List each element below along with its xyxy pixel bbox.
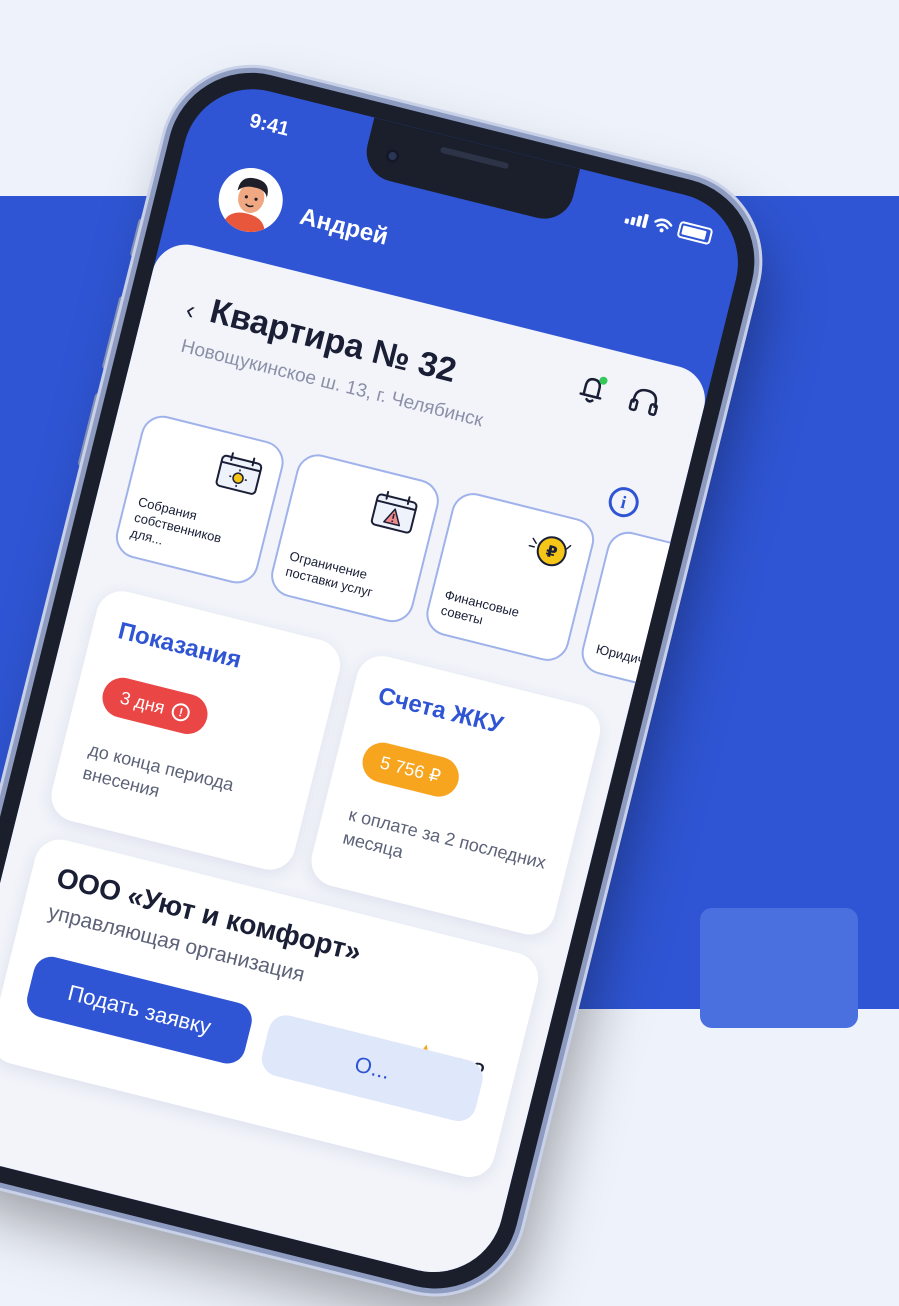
submit-request-button[interactable]: Подать заявку	[23, 952, 256, 1068]
bills-title: Счета ЖКУ	[375, 682, 506, 740]
user-avatar-icon	[218, 167, 283, 237]
warning-icon: !	[170, 701, 192, 724]
readings-note: до конца периода внесения	[80, 739, 236, 802]
days-left-text: 3 дня	[118, 687, 167, 718]
speaker	[439, 146, 510, 170]
wifi-icon	[654, 218, 673, 232]
status-icons	[624, 208, 714, 246]
avatar[interactable]	[211, 161, 290, 239]
ruble-coin-icon: ₽	[528, 536, 572, 567]
calendar-warning-icon	[370, 490, 418, 534]
tile-label: Ограничение поставки услуг	[284, 548, 375, 600]
amount-text: 5 756 ₽	[378, 751, 443, 787]
calendar-sun-icon	[215, 452, 263, 495]
signal-icon	[624, 209, 650, 228]
tile-label: Финансовые советы	[439, 586, 521, 628]
battery-icon	[676, 220, 714, 246]
days-left-badge: 3 дня !	[98, 673, 212, 739]
camera	[384, 147, 402, 165]
tile-label: Собрания собственников для...	[128, 494, 224, 548]
secondary-action-button[interactable]: О...	[258, 1011, 487, 1125]
amount-badge: 5 756 ₽	[358, 738, 463, 801]
user-name[interactable]: Андрей	[297, 203, 391, 252]
status-time: 9:41	[247, 109, 292, 141]
background-tile	[700, 908, 858, 1028]
bills-note: к оплате за 2 последних месяца	[340, 804, 548, 873]
readings-title: Показания	[115, 617, 245, 674]
